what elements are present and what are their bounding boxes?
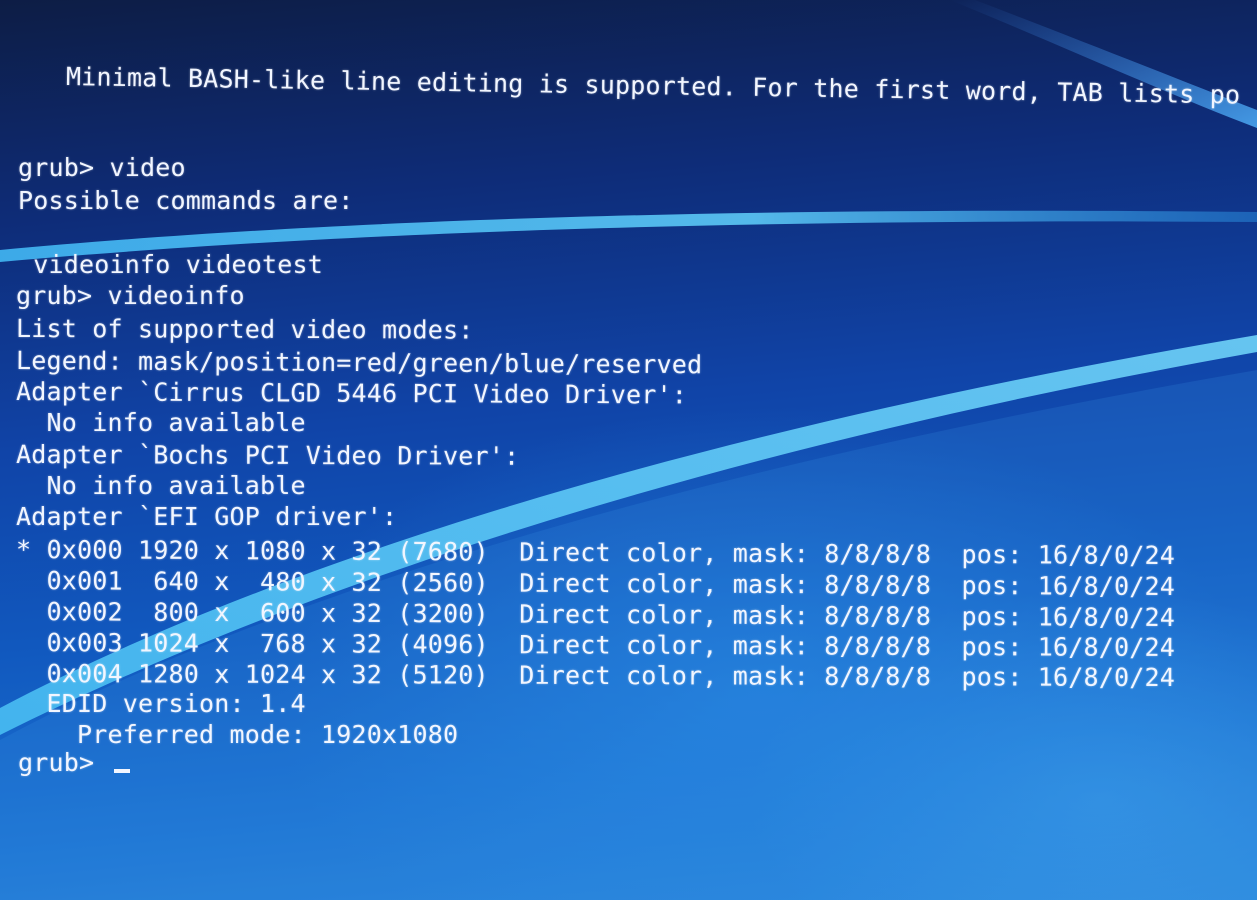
adapter-line: Adapter `Cirrus CLGD 5446 PCI Video Driv… <box>15 377 688 410</box>
video-mode-row: 0x001 640 x 480 x 32 (2560) Direct color… <box>15 566 1176 602</box>
command-line: grub> videoinfo <box>16 281 245 310</box>
grub-console[interactable]: Minimal BASH-like line editing is suppor… <box>0 0 1257 900</box>
command-line: grub> video <box>18 153 186 182</box>
intro-line: Minimal BASH-like line editing is suppor… <box>65 62 1241 110</box>
preferred-mode-line: Preferred mode: 1920x1080 <box>16 720 459 749</box>
adapter-line: Adapter `EFI GOP driver': <box>16 502 398 531</box>
text-cursor <box>113 769 130 773</box>
prompt-line[interactable]: grub> <box>18 748 130 778</box>
legend-line: Legend: mask/position=red/green/blue/res… <box>15 346 703 380</box>
video-mode-row: 0x004 1280 x 1024 x 32 (5120) Direct col… <box>15 659 1176 693</box>
output-line: Possible commands are: <box>18 186 354 215</box>
edid-line: EDID version: 1.4 <box>16 689 306 718</box>
grub-prompt: grub> <box>18 748 110 777</box>
output-line: List of supported video modes: <box>15 314 474 345</box>
adapter-info-line: No info available <box>16 408 306 437</box>
video-mode-row: 0x003 1024 x 768 x 32 (4096) Direct colo… <box>15 628 1176 663</box>
completions-line: videoinfo videotest <box>18 250 324 279</box>
adapter-info-line: No info available <box>16 471 306 500</box>
video-mode-row: 0x002 800 x 600 x 32 (3200) Direct color… <box>15 597 1176 633</box>
adapter-line: Adapter `Bochs PCI Video Driver': <box>15 440 520 471</box>
video-mode-row: * 0x000 1920 x 1080 x 32 (7680) Direct c… <box>15 535 1176 571</box>
